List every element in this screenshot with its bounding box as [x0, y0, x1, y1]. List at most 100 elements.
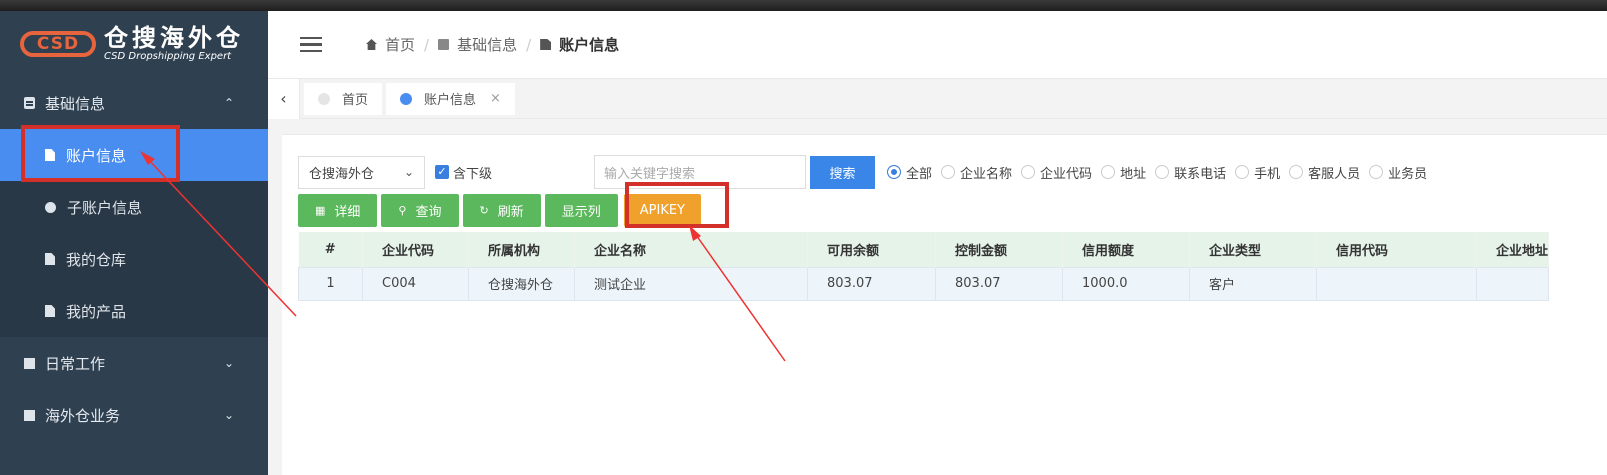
table-row[interactable]: 1 C004 仓搜海外仓 测试企业 803.07 803.07 1000.0 客… — [298, 266, 1550, 301]
breadcrumb-home[interactable]: 首页 — [385, 34, 415, 55]
nav-group-label: 日常工作 — [45, 354, 106, 373]
tab-home[interactable]: 首页 — [304, 82, 383, 115]
tab-bar: ‹ 首页 账户信息 × — [268, 78, 1607, 119]
detail-button[interactable]: ▦ 详细 — [298, 194, 378, 227]
col-header[interactable]: 企业代码 — [362, 232, 469, 267]
main-area: 首页 / 基础信息 / 账户信息 ‹ 首页 账户信息 × 仓搜海外仓 ⌄ ✓ 含… — [268, 11, 1607, 475]
col-header[interactable]: 信用代码 — [1316, 232, 1477, 267]
radio-company-code[interactable]: 企业代码 — [1021, 163, 1092, 182]
tab-dot-icon — [318, 92, 330, 105]
sidebar-item-my-products[interactable]: 我的产品 — [0, 285, 268, 337]
radio-label: 全部 — [906, 166, 933, 182]
close-icon[interactable]: × — [490, 91, 501, 106]
search-button[interactable]: 搜索 — [810, 155, 876, 189]
nav-group-overseas-business[interactable]: 海外仓业务 ⌄ — [0, 389, 268, 441]
list-icon — [24, 97, 35, 109]
table-cell: 803.07 — [935, 266, 1063, 301]
sidebar-item-label: 我的仓库 — [66, 250, 127, 269]
radio-address[interactable]: 地址 — [1101, 163, 1146, 182]
file-icon — [45, 305, 55, 317]
refresh-button[interactable]: ↻ 刷新 — [462, 194, 541, 227]
breadcrumb-parent[interactable]: 基础信息 — [457, 34, 517, 55]
chevron-up-icon: ⌃ — [223, 96, 234, 110]
col-header[interactable]: 企业名称 — [574, 232, 808, 267]
search-icon: ⚲ — [398, 204, 407, 217]
columns-button-label: 显示列 — [561, 205, 601, 220]
radio-icon — [941, 165, 956, 179]
account-table: # 企业代码 所属机构 企业名称 可用余额 控制金额 信用额度 企业类型 信用代… — [298, 232, 1550, 301]
logo[interactable]: CSD 仓搜海外仓 CSD Dropshipping Expert — [0, 11, 268, 77]
table-cell: 客户 — [1189, 266, 1317, 301]
table-cell: 测试企业 — [574, 266, 808, 301]
refresh-button-label: 刷新 — [497, 205, 524, 220]
sidebar-item-label: 账户信息 — [66, 146, 127, 165]
col-header[interactable]: 企业地址 — [1476, 232, 1550, 267]
radio-label: 手机 — [1254, 166, 1281, 182]
search-input[interactable]: 输入关键字搜索 — [594, 155, 807, 189]
radio-salesperson[interactable]: 业务员 — [1369, 163, 1427, 182]
apikey-button[interactable]: APIKEY — [623, 194, 701, 227]
radio-service-staff[interactable]: 客服人员 — [1289, 163, 1360, 182]
radio-icon — [1235, 165, 1250, 179]
col-header[interactable]: 所属机构 — [468, 232, 575, 267]
sidebar-item-label: 我的产品 — [66, 302, 127, 321]
table-cell: 803.07 — [807, 266, 936, 301]
radio-icon — [1021, 165, 1036, 179]
columns-button[interactable]: 显示列 — [544, 194, 618, 227]
col-header[interactable]: 信用额度 — [1062, 232, 1190, 267]
sidebar-item-sub-accounts[interactable]: 子账户信息 — [0, 181, 268, 233]
radio-phone[interactable]: 联系电话 — [1155, 163, 1226, 182]
query-button[interactable]: ⚲ 查询 — [381, 194, 459, 227]
refresh-icon: ↻ — [479, 204, 489, 217]
breadcrumb: 首页 / 基础信息 / 账户信息 — [366, 34, 619, 55]
nav-group-label: 海外仓业务 — [45, 406, 121, 425]
chevron-left-icon[interactable]: ‹ — [268, 78, 300, 119]
radio-mobile[interactable]: 手机 — [1235, 163, 1280, 182]
radio-label: 客服人员 — [1308, 166, 1361, 182]
chevron-down-icon: ⌄ — [223, 408, 234, 422]
nav-group-daily-work[interactable]: 日常工作 ⌄ — [0, 337, 268, 389]
breadcrumb-separator: / — [424, 35, 430, 54]
logo-title-cn: 仓搜海外仓 — [104, 24, 244, 52]
home-icon — [366, 39, 377, 50]
radio-icon — [1101, 165, 1116, 179]
nav-group-label: 基础信息 — [45, 94, 106, 113]
action-bar: ▦ 详细 ⚲ 查询 ↻ 刷新 显示列 APIKEY — [298, 194, 701, 227]
radio-label: 联系电话 — [1174, 166, 1227, 182]
csd-logo-mark: CSD — [20, 31, 96, 57]
tab-account-info[interactable]: 账户信息 × — [386, 82, 515, 115]
breadcrumb-separator: / — [526, 35, 532, 54]
include-sub-label: 含下级 — [453, 166, 493, 182]
table-cell: 仓搜海外仓 — [468, 266, 575, 301]
warehouse-select[interactable]: 仓搜海外仓 ⌄ — [298, 155, 425, 189]
chevron-down-icon: ⌄ — [223, 356, 234, 370]
radio-all[interactable]: 全部 — [887, 163, 932, 182]
calendar-icon — [24, 409, 35, 421]
include-sub-checkbox[interactable]: ✓ 含下级 — [435, 163, 492, 182]
col-header[interactable]: 企业类型 — [1189, 232, 1317, 267]
file-icon — [540, 39, 552, 50]
table-cell — [1475, 266, 1550, 301]
menu-toggle-icon[interactable] — [300, 36, 322, 53]
col-header[interactable]: 可用余额 — [807, 232, 936, 267]
warehouse-select-value: 仓搜海外仓 — [309, 166, 375, 182]
nav-group-basic-info[interactable]: 基础信息 ⌃ — [0, 77, 268, 129]
checkmark-icon: ✓ — [435, 165, 449, 179]
tab-label: 首页 — [342, 93, 369, 108]
file-icon — [45, 149, 55, 161]
top-header: 首页 / 基础信息 / 账户信息 — [268, 11, 1607, 79]
sidebar-item-my-warehouse[interactable]: 我的仓库 — [0, 233, 268, 285]
col-header[interactable]: 控制金额 — [935, 232, 1063, 267]
col-header[interactable]: # — [298, 232, 363, 267]
search-field-radios: 全部 企业名称 企业代码 地址 联系电话 手机 客服人员 业务员 — [887, 163, 1436, 182]
logo-title-en: CSD Dropshipping Expert — [104, 51, 232, 62]
table-cell: 1000.0 — [1062, 266, 1190, 301]
tab-dot-icon — [400, 92, 413, 105]
radio-label: 业务员 — [1388, 166, 1428, 182]
logo-text: 仓搜海外仓 CSD Dropshipping Expert — [104, 25, 244, 63]
sidebar-item-account-info[interactable]: 账户信息 — [0, 129, 268, 181]
sidebar: CSD 仓搜海外仓 CSD Dropshipping Expert 基础信息 ⌃… — [0, 11, 268, 475]
radio-company-name[interactable]: 企业名称 — [941, 163, 1012, 182]
radio-icon — [887, 165, 902, 179]
calendar-icon — [24, 357, 35, 369]
